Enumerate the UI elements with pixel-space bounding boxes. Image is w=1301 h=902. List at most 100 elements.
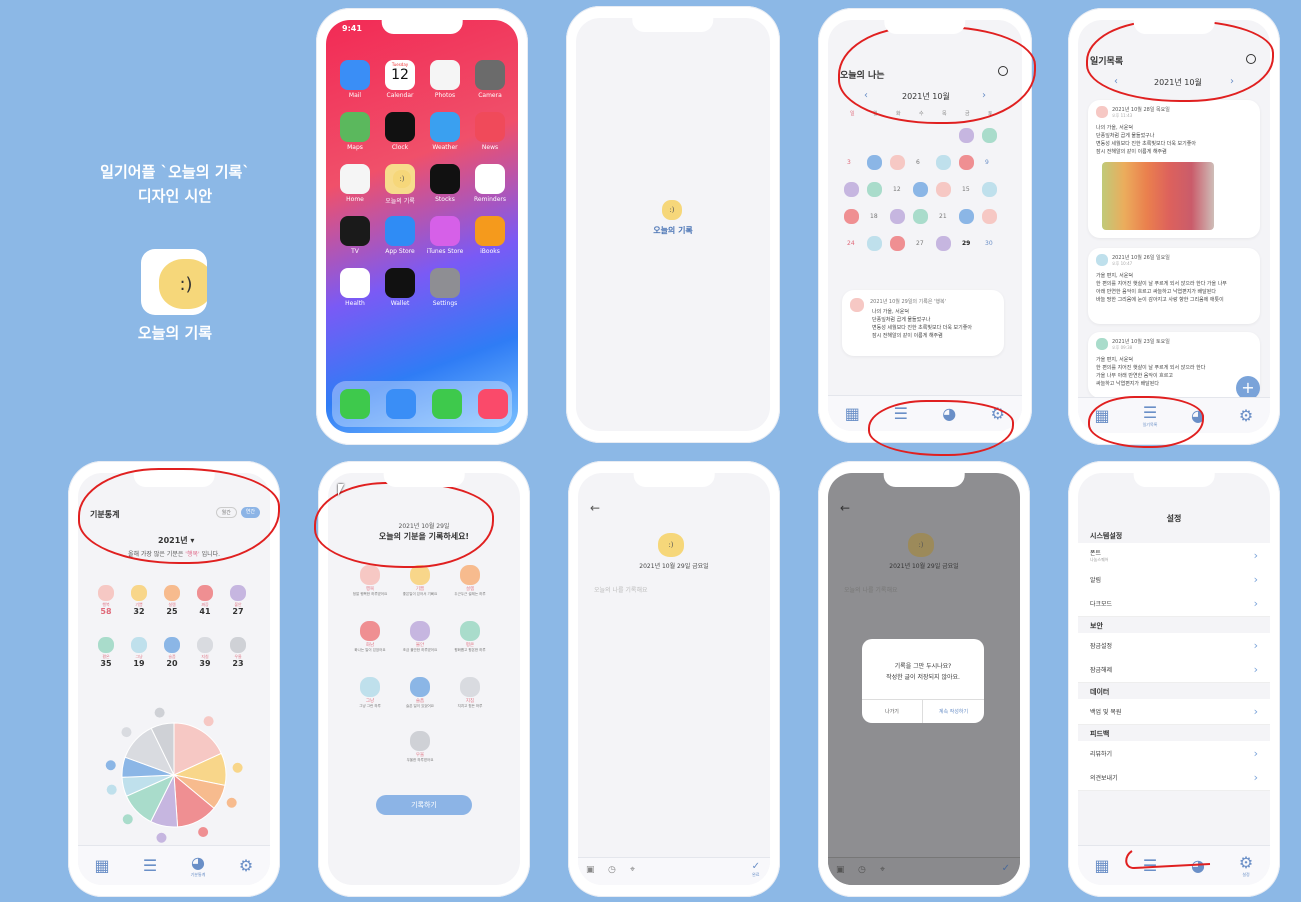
app-icon-tv[interactable] — [340, 216, 370, 246]
diary-entry-card[interactable]: 2021년 10월 28일 목요일 오후 11:43 나의 가을, 서윤덕 단풍잎처럼… — [1088, 100, 1260, 238]
app-icon-calendar[interactable]: Tuesday 12 — [385, 60, 415, 90]
entry-line: 나의 가을, 서윤덕 — [872, 309, 909, 315]
dialog-confirm-button[interactable]: 계속 작성하기 — [923, 699, 984, 723]
write-date: 2021년 10월 29일 금요일 — [639, 563, 709, 570]
clock-icon[interactable]: ◷ — [608, 865, 616, 875]
day-cell[interactable]: 15 — [962, 186, 970, 193]
day-mood-icon — [982, 182, 997, 197]
app-icon-app-store[interactable] — [385, 216, 415, 246]
location-icon[interactable]: ⌖ — [630, 865, 635, 875]
app-label: Calendar — [386, 92, 414, 99]
day-cell[interactable]: 6 — [916, 159, 920, 166]
diary-entry-card[interactable]: 2021년 10월 26일 일요일 오후 10:47 가을 편지, 서윤덕 한 편의를… — [1088, 248, 1260, 324]
tab-settings-icon[interactable]: ⚙ 설정 — [1238, 853, 1254, 877]
tab-calendar-icon[interactable]: ▦ — [1094, 856, 1110, 875]
diary-entry-card[interactable]: 2021년 10월 23일 토요일 오후 09:38 가을 편지, 서윤덕 한 편의를… — [1088, 332, 1260, 398]
photo-icon[interactable]: ▣ — [586, 865, 595, 875]
app-icon-clock[interactable] — [385, 112, 415, 142]
mood-option-icon[interactable] — [460, 565, 480, 585]
settings-row[interactable]: 알림 › — [1078, 567, 1270, 593]
app-icon-itunes-store[interactable] — [430, 216, 460, 246]
app-icon-settings[interactable] — [430, 268, 460, 298]
mood-option-icon[interactable] — [360, 677, 380, 697]
tab-stats-icon[interactable]: ◕ 기분통계 — [190, 853, 206, 877]
tab-calendar-icon[interactable]: ▦ — [94, 856, 110, 875]
app-icon-weather[interactable] — [430, 112, 460, 142]
tab-settings-icon[interactable]: ⚙ — [238, 856, 254, 875]
tab-settings-icon[interactable]: ⚙ — [1238, 406, 1254, 425]
day-cell[interactable]: 3 — [847, 159, 851, 166]
mood-option-desc: 화나는 일이 있었어요 — [354, 648, 386, 652]
tab-list-icon[interactable]: ☰ — [142, 856, 158, 875]
settings-row[interactable]: 폰트 나눔스퀘어 › — [1078, 543, 1270, 569]
app-icon-ibooks[interactable] — [475, 216, 505, 246]
app-icon-home[interactable] — [340, 164, 370, 194]
day-cell[interactable]: 30 — [985, 240, 993, 247]
mood-option-icon[interactable] — [360, 565, 380, 585]
write-input[interactable]: 오늘의 나를 기록해요 — [594, 585, 648, 594]
app-icon-reminders[interactable] — [475, 164, 505, 194]
day-cell[interactable]: 24 — [847, 240, 855, 247]
settings-row[interactable]: 잠금설정 › — [1078, 633, 1270, 659]
app-label: iTunes Store — [426, 248, 464, 255]
tab-calendar-icon[interactable]: ▦ — [844, 404, 860, 423]
day-cell[interactable]: 18 — [870, 213, 878, 220]
pie-mood-marker — [122, 814, 133, 825]
weekday-0: 일 — [850, 111, 855, 117]
day-mood-icon — [959, 128, 974, 143]
day-cell[interactable]: 27 — [916, 240, 924, 247]
dialog-message-1: 기록을 그만 두시나요? — [894, 663, 952, 670]
mood-option-icon[interactable] — [460, 677, 480, 697]
mood-option-icon[interactable] — [410, 621, 430, 641]
day-cell[interactable]: 9 — [985, 159, 989, 166]
day-cell[interactable]: 12 — [893, 186, 901, 193]
app-icon-maps[interactable] — [340, 112, 370, 142]
mood-option-icon[interactable] — [410, 677, 430, 697]
dialog-screen: ← :) 2021년 10월 29일 금요일 오늘의 나를 기록해요 기록을 그… — [828, 473, 1020, 885]
intro-title-line2: 디자인 시안 — [137, 187, 213, 205]
entry-line: 변동성 세월보다 진한 초록빛보다 더욱 보기좋아 — [872, 325, 972, 331]
app-label: Reminders — [474, 196, 506, 203]
mood-option-icon[interactable] — [460, 621, 480, 641]
entry-mood-icon — [1096, 254, 1108, 266]
settings-row-title: 잠금설정 — [1090, 643, 1113, 650]
mood-icon — [98, 585, 114, 601]
day-mood-icon — [844, 209, 859, 224]
done-button[interactable]: ✓ 완료 — [752, 861, 760, 878]
settings-section-header: 보안 — [1090, 622, 1103, 630]
settings-row[interactable]: 의견보내기 › — [1078, 765, 1270, 791]
record-button[interactable]: 기록하기 — [376, 795, 472, 815]
dock-icon-safari[interactable] — [386, 389, 416, 419]
entry-preview-date: 2021년 10월 29일의 기록은 '행복' — [870, 299, 946, 305]
day-mood-icon — [913, 209, 928, 224]
mood-option-icon[interactable] — [360, 621, 380, 641]
dock-icon-phone[interactable] — [340, 389, 370, 419]
app-icon-mail[interactable] — [340, 60, 370, 90]
app-icon-wallet[interactable] — [385, 268, 415, 298]
mood-option-desc: 슬픈 일이 있었어요 — [406, 704, 434, 708]
app-icon-health[interactable] — [340, 268, 370, 298]
app-icon-photos[interactable] — [430, 60, 460, 90]
entry-preview-card[interactable]: 2021년 10월 29일의 기록은 '행복' 나의 가을, 서윤덕 단풍잎처럼 … — [842, 290, 1004, 356]
mood-option-desc: 조금 불안한 하루였어요 — [402, 648, 438, 652]
entry-mood-icon — [1096, 338, 1108, 350]
app-icon-오늘의-기록[interactable]: :) — [385, 164, 415, 194]
day-cell[interactable]: 21 — [939, 213, 947, 220]
settings-row[interactable]: 다크모드 › — [1078, 591, 1270, 617]
dock-icon-music[interactable] — [478, 389, 508, 419]
dock-icon-messages[interactable] — [432, 389, 462, 419]
back-arrow-icon[interactable]: ← — [590, 501, 600, 515]
settings-row[interactable]: 백업 및 복원 › — [1078, 699, 1270, 725]
settings-row[interactable]: 잠금해제 › — [1078, 657, 1270, 683]
app-icon-news[interactable] — [475, 112, 505, 142]
app-icon-stocks[interactable] — [430, 164, 460, 194]
tab-bar: ▦ ☰ ◕ 기분통계 ⚙ — [78, 845, 270, 885]
settings-row[interactable]: 리뷰하기 › — [1078, 741, 1270, 767]
mood-option-icon[interactable] — [410, 565, 430, 585]
back-arrow-icon[interactable]: ← — [840, 501, 850, 515]
mood-option-icon[interactable] — [410, 731, 430, 751]
app-icon-camera[interactable] — [475, 60, 505, 90]
day-cell[interactable]: 29 — [962, 240, 970, 247]
mood-count: 32 — [133, 607, 145, 616]
dialog-cancel-button[interactable]: 나가기 — [862, 699, 923, 723]
